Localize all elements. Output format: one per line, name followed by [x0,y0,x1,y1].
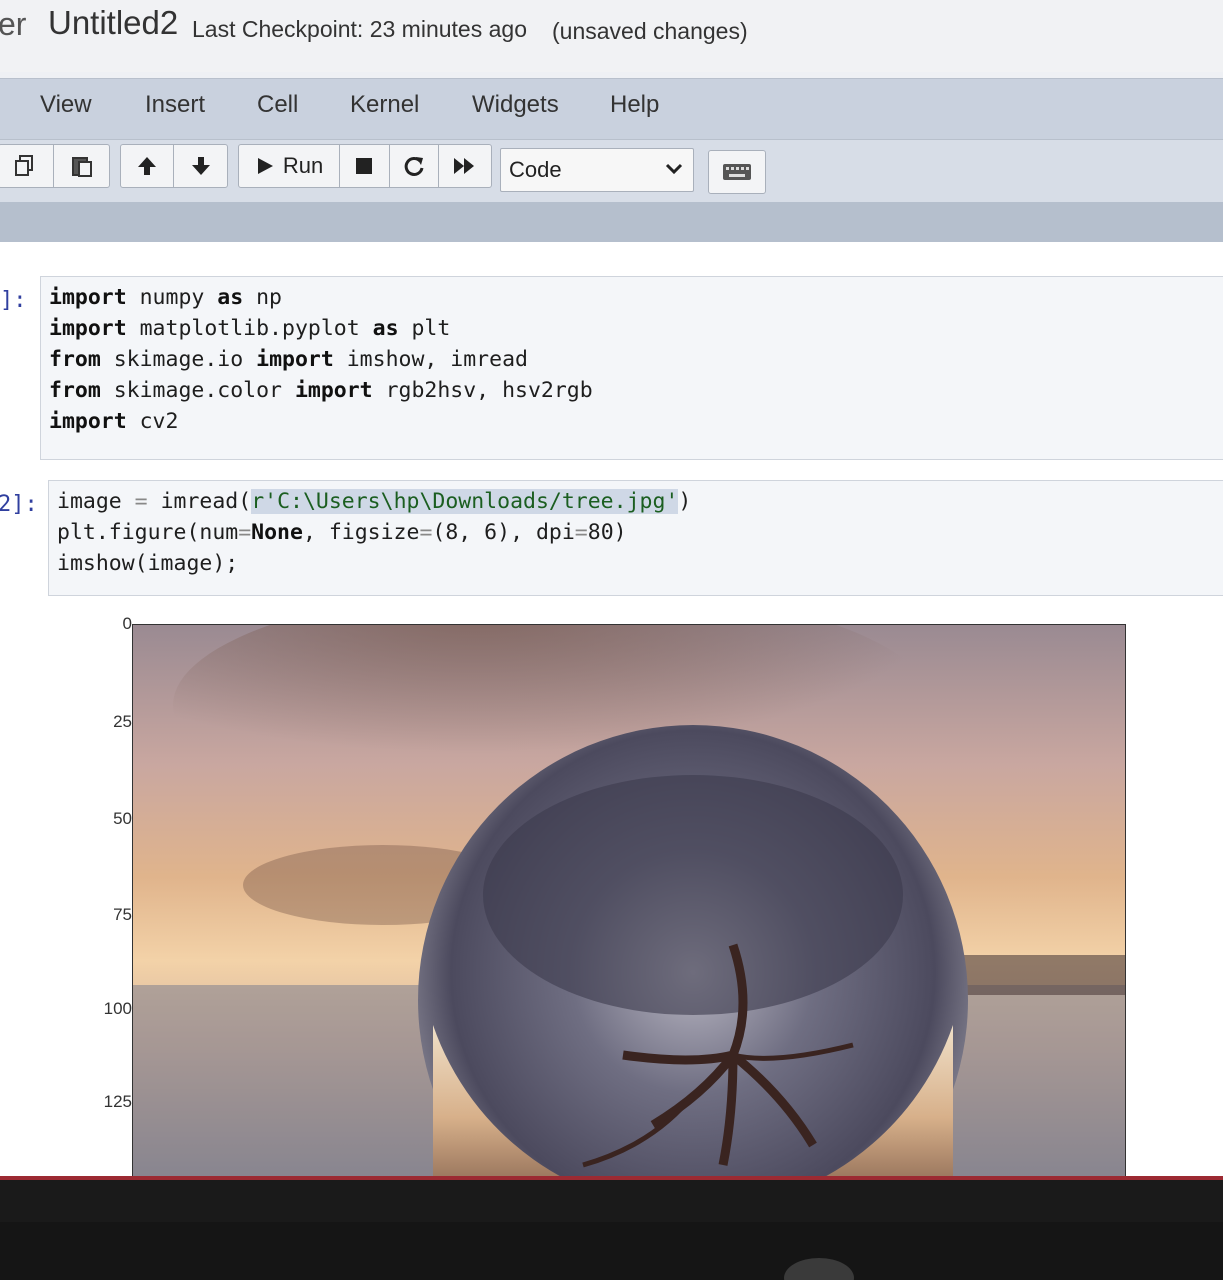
y-tick-label: 100 [103,999,132,1018]
move-down-icon [191,157,210,175]
copy-paste-group [0,144,110,188]
move-up-button[interactable] [121,145,175,187]
menu-bar: View Insert Cell Kernel Widgets Help [0,78,1223,140]
paste-button[interactable] [54,145,109,187]
copy-icon [15,155,33,176]
code-line: plt.figure(num=None, figsize=(8, 6), dpi… [57,520,627,545]
cell-type-value: Code [509,157,562,182]
stop-icon [356,158,373,174]
menu-widgets[interactable]: Widgets [472,91,559,119]
fast-forward-icon [454,158,475,174]
jupyter-logo-fragment[interactable]: er [0,6,26,43]
y-tick-label: 125 [103,1092,132,1111]
menu-insert[interactable]: Insert [145,91,205,119]
interrupt-button[interactable] [340,145,390,187]
run-icon [257,158,273,174]
cell-2-prompt: 2]: [0,492,38,517]
checkpoint-status: Last Checkpoint: 23 minutes ago [192,16,527,42]
code-line: imshow(image); [57,551,239,576]
y-tick-label: 0 [122,614,132,633]
run-group: Run [238,144,492,188]
cell-1-prompt: ]: [0,288,27,313]
notebook-title[interactable]: Untitled2 [48,4,178,42]
menu-view[interactable]: View [40,91,92,119]
menu-cell[interactable]: Cell [257,91,298,119]
code-line: from skimage.io import imshow, imread [49,347,528,372]
chevron-down-icon [665,163,683,175]
restart-button[interactable] [390,145,440,187]
run-all-button[interactable] [439,145,491,187]
output-figure: 0 25 50 75 100 125 [0,600,1223,1180]
cell-type-select[interactable]: Code [500,148,694,192]
laptop-bezel [0,1222,1223,1280]
image-plot [132,624,1126,1180]
tree-in-crystal-ball-image [133,625,1125,1180]
y-tick-label: 50 [113,809,132,828]
move-up-icon [138,157,156,175]
code-cell-2[interactable]: image = imread(r'C:\Users\hp\Downloads/t… [48,480,1223,596]
move-down-button[interactable] [174,145,227,187]
paste-icon [71,157,92,177]
notebook-header: er Untitled2 Last Checkpoint: 23 minutes… [0,0,1223,72]
screen: er Untitled2 Last Checkpoint: 23 minutes… [0,0,1223,1180]
run-button-label: Run [282,153,324,178]
header-divider [0,202,1223,242]
menu-kernel[interactable]: Kernel [350,91,419,119]
y-tick-label: 75 [113,905,132,924]
unsaved-changes-indicator: (unsaved changes) [552,18,748,44]
code-line: import numpy as np [49,285,283,310]
code-line: import matplotlib.pyplot as plt [49,316,451,341]
toolbar: Run Code [0,140,1223,202]
restart-icon [404,156,424,176]
keyboard-icon [723,164,751,180]
y-tick-label: 25 [113,712,132,731]
code-line: from skimage.color import rgb2hsv, hsv2r… [49,378,593,403]
code-line: image = imread(r'C:\Users\hp\Downloads/t… [57,489,692,514]
copy-button[interactable] [0,145,55,187]
move-group [120,144,228,188]
command-palette-button[interactable] [708,150,766,194]
run-button[interactable]: Run [239,145,341,187]
taskbar [0,1176,1223,1180]
code-cell-1[interactable]: import numpy as np import matplotlib.pyp… [40,276,1223,460]
menu-help[interactable]: Help [610,91,659,119]
code-line: import cv2 [49,409,179,434]
